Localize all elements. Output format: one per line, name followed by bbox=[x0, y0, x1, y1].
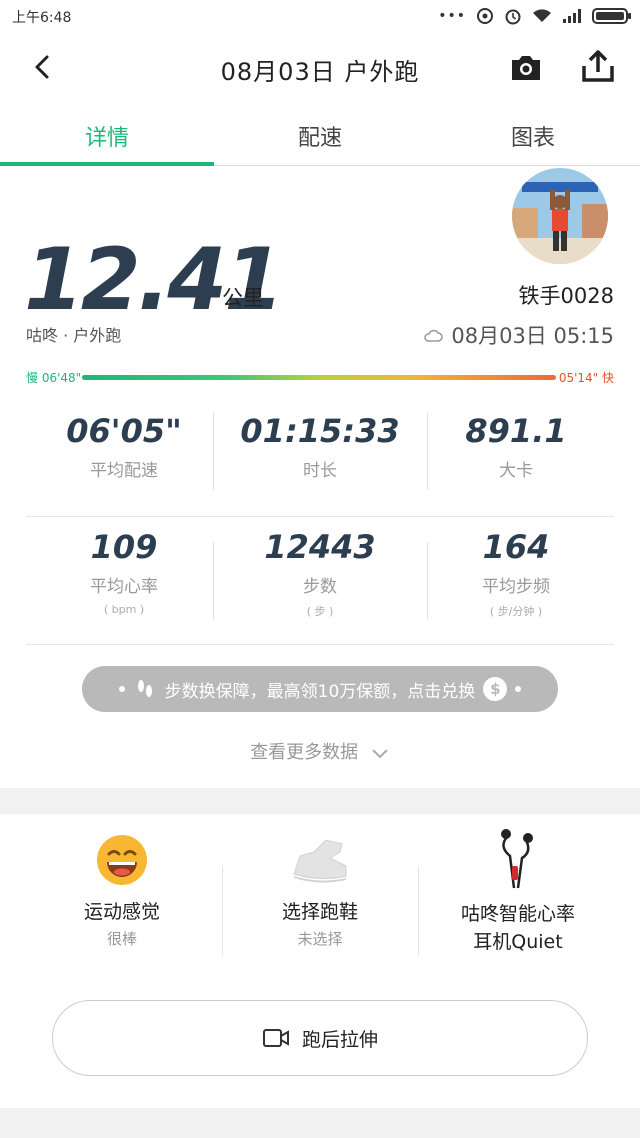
pace-gradient bbox=[82, 375, 556, 380]
divider bbox=[26, 516, 614, 517]
stat-label: 大卡 bbox=[499, 461, 533, 481]
tab-pace[interactable]: 配速 bbox=[213, 120, 427, 152]
status-bar: 上午6:48 ••• bbox=[0, 0, 640, 32]
stat-steps: 12443 步数 ( 步 ) bbox=[222, 528, 418, 619]
tab-bar: 详情 配速 图表 bbox=[0, 104, 640, 166]
alarm-icon bbox=[505, 9, 521, 25]
earphone-icon bbox=[501, 829, 533, 889]
video-icon bbox=[262, 1029, 289, 1047]
steps-insurance-banner[interactable]: 步数换保障，最高领10万保额，点击兑换 $ bbox=[82, 666, 558, 712]
stat-label: 平均心率 bbox=[90, 577, 158, 597]
wifi-icon bbox=[533, 9, 551, 22]
choose-shoes[interactable]: 选择跑鞋 未选择 bbox=[222, 834, 418, 949]
status-icons: ••• bbox=[438, 6, 632, 26]
stat-value: 06'05" bbox=[66, 412, 182, 450]
signal-icon bbox=[563, 9, 581, 23]
post-run-stretch-button[interactable]: 跑后拉伸 bbox=[52, 1000, 588, 1076]
avatar[interactable] bbox=[512, 168, 608, 264]
cloud-icon bbox=[424, 329, 444, 342]
stat-label: 平均步频 bbox=[482, 577, 550, 597]
status-time: 上午6:48 bbox=[12, 10, 72, 26]
tab-active-indicator bbox=[0, 162, 214, 166]
divider bbox=[213, 542, 214, 620]
divider bbox=[427, 542, 428, 620]
stat-unit: ( 步/分钟 ) bbox=[489, 605, 543, 618]
divider bbox=[26, 644, 614, 645]
chevron-down-icon bbox=[372, 749, 388, 759]
exercise-feeling[interactable]: 运动感觉 很棒 bbox=[24, 834, 220, 949]
section-gap bbox=[0, 1108, 640, 1138]
page-title: 08月03日 户外跑 bbox=[220, 58, 420, 86]
pace-fast-label: 05'14" 快 bbox=[558, 371, 614, 385]
footprints-icon bbox=[137, 680, 152, 697]
stat-value: 01:15:33 bbox=[240, 412, 400, 450]
stat-value: 109 bbox=[90, 528, 158, 566]
stat-avg-cadence: 164 平均步频 ( 步/分钟 ) bbox=[418, 528, 614, 619]
tab-charts[interactable]: 图表 bbox=[426, 120, 640, 152]
stats-grid: 06'05" 平均配速 01:15:33 时长 891.1 大卡 109 平均心… bbox=[26, 400, 614, 650]
stat-value: 164 bbox=[482, 528, 550, 566]
camera-icon[interactable] bbox=[508, 50, 544, 84]
stat-label: 时长 bbox=[303, 461, 337, 481]
happy-face-icon bbox=[97, 835, 147, 885]
divider bbox=[213, 412, 214, 490]
header: 08月03日 户外跑 bbox=[0, 32, 640, 104]
dollar-icon: $ bbox=[483, 677, 508, 701]
banner-text: 步数换保障，最高领10万保额，点击兑换 bbox=[164, 681, 476, 702]
activity-datetime: 08月03日 05:15 bbox=[423, 320, 614, 350]
feature-name: 运动感觉 bbox=[83, 901, 160, 923]
feature-name: 咕咚智能心率 耳机Quiet bbox=[460, 903, 575, 953]
stat-unit: ( bpm ) bbox=[103, 603, 145, 616]
feature-sub: 很棒 bbox=[106, 930, 137, 948]
view-more-label: 查看更多数据 bbox=[250, 742, 359, 763]
feature-name: 选择跑鞋 bbox=[281, 901, 358, 923]
stretch-label: 跑后拉伸 bbox=[301, 1028, 378, 1051]
tab-details[interactable]: 详情 bbox=[0, 120, 214, 152]
divider bbox=[418, 866, 419, 956]
battery-icon bbox=[592, 8, 631, 24]
smart-earphone[interactable]: 咕咚智能心率 耳机Quiet bbox=[420, 829, 616, 956]
view-more-data-button[interactable]: 查看更多数据 bbox=[0, 738, 640, 764]
hotspot-icon bbox=[477, 8, 493, 24]
feature-sub: 未选择 bbox=[297, 930, 343, 948]
activity-source: 咕咚 · 户外跑 bbox=[26, 326, 122, 345]
running-shoe-icon bbox=[293, 839, 347, 883]
dot-icon bbox=[515, 686, 522, 692]
pace-slow-label: 慢 06'48" bbox=[26, 371, 82, 385]
stat-calories: 891.1 大卡 bbox=[418, 412, 614, 481]
stat-label: 步数 bbox=[303, 577, 337, 597]
distance-unit: 公里 bbox=[222, 286, 264, 310]
divider bbox=[427, 412, 428, 490]
stat-avg-heart-rate: 109 平均心率 ( bpm ) bbox=[26, 528, 222, 616]
stat-duration: 01:15:33 时长 bbox=[222, 412, 418, 481]
more-dots-icon: ••• bbox=[438, 8, 466, 24]
stat-value: 891.1 bbox=[465, 412, 567, 450]
stat-avg-pace: 06'05" 平均配速 bbox=[26, 412, 222, 481]
share-icon[interactable] bbox=[580, 48, 616, 84]
stat-value: 12443 bbox=[264, 528, 376, 566]
datetime-text: 08月03日 05:15 bbox=[451, 324, 614, 348]
stat-unit: ( 步 ) bbox=[306, 605, 334, 618]
username[interactable]: 铁手0028 bbox=[519, 280, 614, 310]
pace-range-bar: 慢 06'48" 05'14" 快 bbox=[26, 366, 614, 388]
dot-icon bbox=[118, 686, 125, 692]
stat-label: 平均配速 bbox=[90, 461, 158, 481]
distance-value: 12.41 bbox=[24, 230, 284, 330]
section-gap bbox=[0, 788, 640, 814]
